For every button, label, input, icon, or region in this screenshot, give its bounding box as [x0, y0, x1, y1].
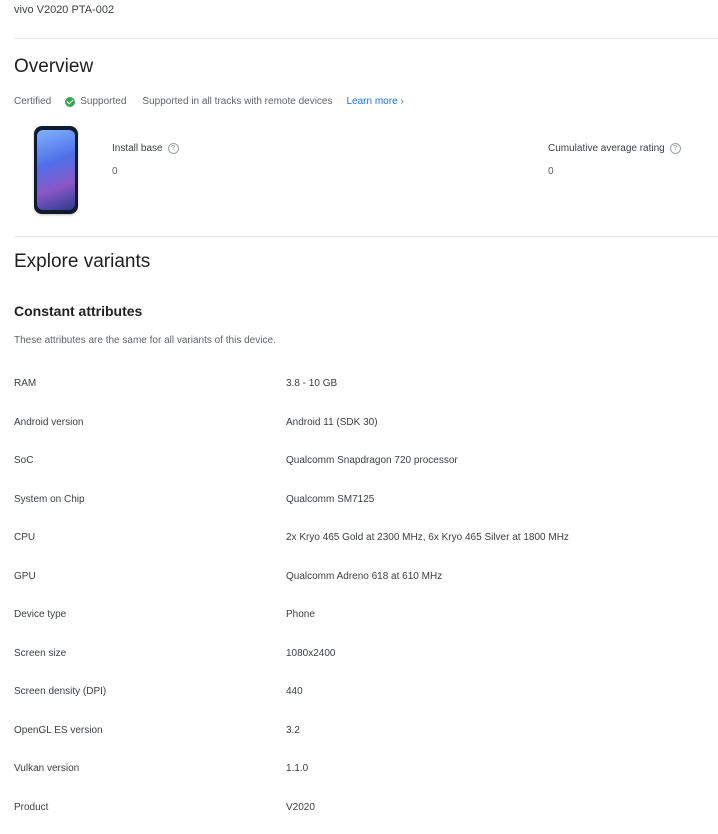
check-circle-icon — [65, 97, 75, 107]
device-image — [34, 126, 78, 214]
attribute-value: Qualcomm Snapdragon 720 processor — [286, 455, 458, 466]
attribute-key: GPU — [14, 571, 36, 582]
attribute-row: Device type Phone — [14, 603, 714, 642]
attribute-key: SoC — [14, 455, 33, 466]
attribute-key: RAM — [14, 378, 36, 389]
constant-attributes-subtitle: These attributes are the same for all va… — [14, 335, 276, 346]
attribute-value: 2x Kryo 465 Gold at 2300 MHz, 6x Kryo 46… — [286, 532, 569, 543]
attribute-row: RAM 3.8 - 10 GB — [14, 372, 714, 411]
attribute-value: Phone — [286, 609, 315, 620]
rating-stat: Cumulative average rating ? 0 — [548, 143, 681, 177]
attribute-row: Product V2020 — [14, 796, 714, 834]
rating-label: Cumulative average rating — [548, 143, 665, 154]
attribute-row: Android version Android 11 (SDK 30) — [14, 411, 714, 450]
attribute-value: 3.8 - 10 GB — [286, 378, 337, 389]
attribute-row: GPU Qualcomm Adreno 618 at 610 MHz — [14, 565, 714, 604]
attribute-value: Android 11 (SDK 30) — [286, 417, 378, 428]
learn-more-label: Learn more — [347, 96, 398, 107]
attribute-key: Vulkan version — [14, 763, 79, 774]
install-base-stat: Install base ? 0 — [112, 143, 179, 177]
attribute-key: OpenGL ES version — [14, 725, 103, 736]
attribute-row: Screen density (DPI) 440 — [14, 680, 714, 719]
attribute-key: Screen size — [14, 648, 66, 659]
attribute-key: Device type — [14, 609, 66, 620]
overview-heading: Overview — [14, 56, 93, 78]
install-base-value: 0 — [112, 166, 179, 177]
learn-more-link[interactable]: Learn more › — [347, 96, 404, 107]
attribute-row: Screen size 1080x2400 — [14, 642, 714, 681]
attribute-value: 440 — [286, 686, 303, 697]
attribute-row: OpenGL ES version 3.2 — [14, 719, 714, 758]
attribute-key: System on Chip — [14, 494, 85, 505]
status-badge: Supported — [65, 96, 126, 107]
explore-variants-heading: Explore variants — [14, 251, 150, 273]
attribute-value: 1.1.0 — [286, 763, 308, 774]
attribute-value: 3.2 — [286, 725, 300, 736]
attribute-key: Screen density (DPI) — [14, 686, 106, 697]
install-base-label: Install base — [112, 143, 163, 154]
rating-value: 0 — [548, 166, 681, 177]
device-details-page: vivo V2020 PTA-002 Overview Certified Su… — [0, 0, 718, 821]
device-title: vivo V2020 PTA-002 — [14, 4, 114, 16]
help-icon[interactable]: ? — [670, 143, 681, 154]
attribute-row: Vulkan version 1.1.0 — [14, 757, 714, 796]
attribute-row: SoC Qualcomm Snapdragon 720 processor — [14, 449, 714, 488]
attributes-table: RAM 3.8 - 10 GB Android version Android 11… — [14, 372, 714, 834]
device-screen — [37, 130, 75, 210]
attribute-value: V2020 — [286, 802, 315, 813]
attribute-row: System on Chip Qualcomm SM7125 — [14, 488, 714, 527]
divider — [14, 38, 718, 39]
status-description: Supported in all tracks with remote devi… — [142, 96, 332, 107]
attribute-key: Android version — [14, 417, 83, 428]
divider — [14, 236, 718, 237]
constant-attributes-heading: Constant attributes — [14, 303, 142, 319]
attribute-key: CPU — [14, 532, 35, 543]
attribute-value: Qualcomm Adreno 618 at 610 MHz — [286, 571, 442, 582]
attribute-value: 1080x2400 — [286, 648, 336, 659]
certification-status: Certified Supported Supported in all tra… — [14, 96, 404, 107]
attribute-value: Qualcomm SM7125 — [286, 494, 374, 505]
attribute-row: CPU 2x Kryo 465 Gold at 2300 MHz, 6x Kryo… — [14, 526, 714, 565]
status-label: Certified — [14, 96, 51, 107]
status-badge-text: Supported — [80, 96, 126, 107]
attribute-key: Product — [14, 802, 48, 813]
help-icon[interactable]: ? — [168, 143, 179, 154]
